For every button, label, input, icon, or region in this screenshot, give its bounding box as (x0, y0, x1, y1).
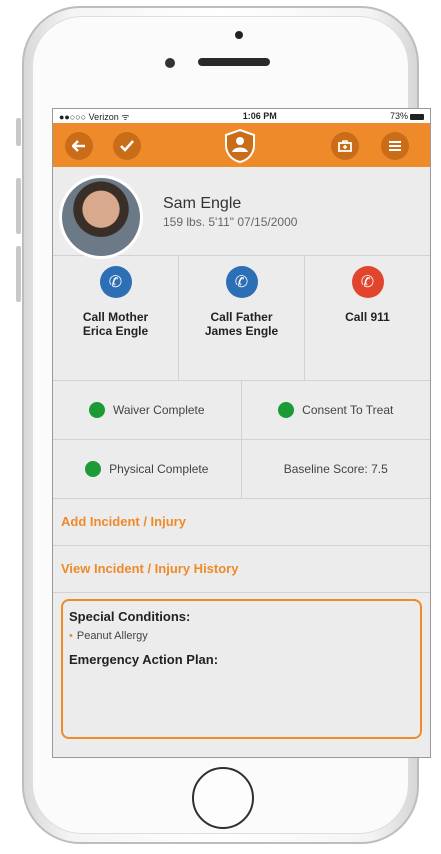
avatar (59, 175, 143, 259)
status-bar: ●●○○○ Verizon ᯤ 1:06 PM 73% (53, 109, 430, 123)
call-mother-label: Call Mother Erica Engle (82, 310, 149, 338)
call-father-label: Call Father James Engle (204, 310, 279, 338)
waiver-status: Waiver Complete (53, 381, 242, 440)
add-incident-link[interactable]: Add Incident / Injury (53, 499, 430, 546)
status-dot (278, 402, 295, 418)
earpiece-speaker (198, 58, 270, 66)
physical-label: Physical Complete (109, 462, 209, 476)
baseline-label: Baseline Score: 7.5 (283, 462, 388, 476)
call-mother-button[interactable]: ✆ Call Mother Erica Engle (53, 256, 179, 380)
clearance-status-grid: Waiver Complete Consent To Treat Physica… (53, 381, 430, 499)
baseline-score: Baseline Score: 7.5 (241, 440, 430, 499)
front-camera (165, 58, 175, 68)
athlete-name: Sam Engle (163, 195, 242, 212)
home-button[interactable] (192, 767, 254, 829)
call-options: ✆ Call Mother Erica Engle ✆ Call Father … (53, 256, 430, 381)
proximity-sensor (235, 31, 243, 39)
call-father-button[interactable]: ✆ Call Father James Engle (179, 256, 305, 380)
battery-indicator: 73% (390, 111, 424, 121)
back-arrow-icon[interactable] (65, 132, 93, 160)
phone-icon: ✆ (225, 266, 258, 298)
incident-history-link[interactable]: View Incident / Injury History (53, 546, 430, 593)
app-header (53, 123, 430, 167)
battery-percent: 73% (389, 111, 408, 121)
special-conditions-card: Special Conditions: Peanut Allergy Emerg… (61, 599, 422, 739)
battery-icon (409, 113, 424, 120)
phone-icon: ✆ (99, 266, 132, 298)
condition-item: Peanut Allergy (69, 630, 414, 642)
athlete-stats: 159 lbs. 5'11" 07/15/2000 (163, 215, 298, 229)
special-conditions-title: Special Conditions: (69, 609, 191, 624)
clock: 1:06 PM (242, 111, 277, 121)
call-911-button[interactable]: ✆ Call 911 (305, 256, 430, 380)
emergency-plan-title: Emergency Action Plan: (69, 652, 219, 667)
app-screen: ●●○○○ Verizon ᯤ 1:06 PM 73% Sam Engle 15… (52, 108, 431, 758)
menu-icon[interactable] (381, 132, 409, 160)
consent-status: Consent To Treat (241, 381, 430, 440)
status-dot (88, 402, 105, 418)
first-aid-kit-icon[interactable] (331, 132, 359, 160)
call-911-label: Call 911 (345, 310, 390, 324)
carrier-label: ●●○○○ Verizon ᯤ (59, 111, 130, 122)
status-dot (85, 461, 102, 477)
volume-up-button (16, 178, 21, 234)
athlete-profile: Sam Engle 159 lbs. 5'11" 07/15/2000 (53, 167, 430, 259)
check-icon[interactable] (113, 132, 141, 160)
mute-switch (16, 118, 21, 146)
shield-person-logo-icon (221, 128, 259, 164)
physical-status: Physical Complete (53, 440, 242, 499)
volume-down-button (16, 246, 21, 302)
phone-icon: ✆ (351, 266, 384, 298)
consent-label: Consent To Treat (302, 403, 394, 417)
waiver-label: Waiver Complete (112, 403, 205, 417)
